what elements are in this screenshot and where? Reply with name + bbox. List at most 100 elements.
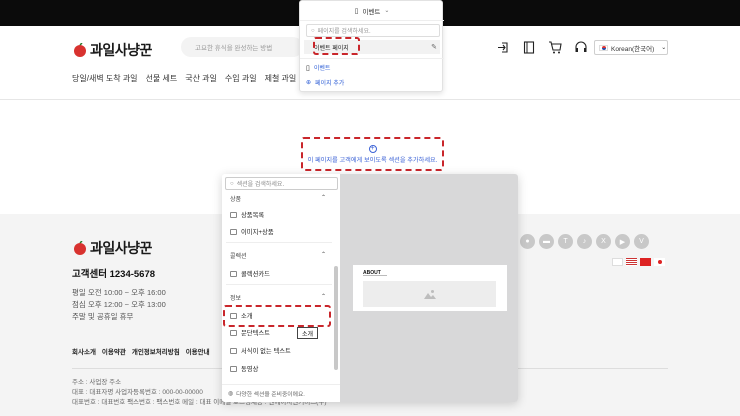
preview-subtitle-line — [363, 275, 387, 276]
social-links: ● ▬ T ♪ X ▶ V — [520, 234, 649, 249]
login-icon[interactable] — [496, 40, 510, 54]
section-item[interactable]: 콜렉션카드 — [230, 269, 270, 278]
footer-links: 회사소개 이용약관 개인정보처리방침 이용안내 — [72, 346, 210, 356]
chevron-up-icon: ⌃ — [320, 252, 326, 258]
section-icon — [230, 329, 237, 336]
panel-hint: ◍ 다양한 섹션을 준비중이에요. — [222, 384, 340, 402]
group-label: 정보 — [230, 296, 242, 302]
footer-link[interactable]: 이용안내 — [186, 346, 210, 356]
section-icon — [230, 270, 237, 277]
language-select[interactable]: Korean(한국어) ⌄ — [594, 40, 668, 55]
customer-center: 고객센터 1234-5678 — [72, 269, 156, 280]
china-flag-icon[interactable] — [640, 258, 651, 266]
usa-flag-icon[interactable] — [626, 258, 637, 266]
section-icon — [230, 347, 237, 354]
section-item-label: 상품목록 — [241, 212, 265, 219]
section-item[interactable]: 문단텍스트 — [230, 328, 270, 337]
group-header-collection[interactable]: 콜렉션 ⌃ — [230, 251, 326, 260]
section-search-placeholder: 섹션을 검색하세요. — [236, 182, 285, 188]
chat-bubble-icon: ◍ — [228, 390, 234, 397]
korea-flag-icon — [599, 44, 608, 51]
chevron-up-icon: ⌃ — [320, 195, 326, 201]
section-item-label: 동영상 — [241, 366, 259, 373]
page-dropdown-title[interactable]: ▯ 이벤트 ⌄ — [300, 1, 444, 21]
edit-icon[interactable]: ✎ — [431, 43, 437, 51]
nav-item[interactable]: 국산 과일 — [185, 73, 217, 84]
footer-link[interactable]: 개인정보처리방침 — [132, 346, 180, 356]
flag-list — [612, 258, 665, 266]
page-search-placeholder: 페이지를 검색하세요. — [317, 29, 371, 35]
x-icon[interactable]: X — [596, 234, 611, 249]
add-page-button[interactable]: ⊕ 페이지 추가 — [306, 78, 344, 87]
divider — [300, 58, 444, 59]
group-label: 콜렉션 — [230, 254, 247, 260]
hours-line: 점심 오후 12:00 ~ 오후 13:00 — [72, 300, 166, 309]
headset-icon[interactable] — [574, 40, 588, 54]
book-icon[interactable] — [522, 40, 536, 54]
group-header-products[interactable]: 상품 ⌃ — [230, 194, 326, 203]
search-icon: ○ — [311, 27, 315, 34]
page-dropdown-title-label: 이벤트 — [362, 8, 381, 16]
section-tooltip: 소개 — [297, 327, 318, 339]
nav-item[interactable]: 제철 과일 — [265, 73, 297, 84]
section-preview-card: ABOUT — [353, 265, 507, 311]
apple-logo-icon — [74, 43, 86, 57]
scrollbar[interactable] — [334, 266, 338, 370]
hours-line: 평일 오전 10:00 ~ 오후 16:00 — [72, 288, 166, 297]
divider — [226, 242, 332, 243]
section-picker-panel: ○ 섹션을 검색하세요. 상품 ⌃ 상품목록 이미지+상품 콜렉션 ⌃ 콜렉션카드 … — [222, 174, 518, 402]
section-item-label: 이미지+상품 — [241, 229, 274, 236]
footer-logo-text: 과일사냥꾼 — [90, 241, 152, 257]
site-logo[interactable]: 과일사냥꾼 — [72, 40, 152, 60]
image-placeholder-icon — [423, 290, 436, 299]
group-label: 상품 — [230, 197, 242, 203]
korea-flag-icon[interactable] — [612, 258, 623, 266]
footer-logo[interactable]: 과일사냥꾼 — [72, 238, 152, 258]
add-circle-icon: ⊕ — [306, 80, 312, 86]
section-icon — [230, 228, 237, 235]
about-section-highlight — [223, 305, 331, 327]
page-item-label: 이벤트 — [313, 66, 331, 72]
tiktok-icon[interactable]: ♪ — [577, 234, 592, 249]
section-search-input[interactable]: ○ 섹션을 검색하세요. — [225, 177, 338, 190]
group-header-info[interactable]: 정보 ⌃ — [230, 293, 326, 302]
header-icons — [496, 40, 588, 54]
page-icon: ▯ — [354, 7, 359, 15]
section-list: ○ 섹션을 검색하세요. 상품 ⌃ 상품목록 이미지+상품 콜렉션 ⌃ 콜렉션카드 … — [222, 174, 340, 402]
section-item[interactable]: 상품목록 — [230, 210, 264, 219]
nav-item[interactable]: 수입 과일 — [225, 73, 257, 84]
site-search-input[interactable]: 고요한 휴식을 완성하는 방법 — [181, 37, 303, 57]
section-item[interactable]: 서식이 없는 텍스트 — [230, 346, 291, 355]
nav-item[interactable]: 당일/새벽 도착 과일 — [72, 73, 138, 84]
vimeo-icon[interactable]: V — [634, 234, 649, 249]
section-item[interactable]: 동영상 — [230, 364, 258, 373]
footer-link[interactable]: 이용약관 — [102, 346, 126, 356]
youtube-icon[interactable]: ▶ — [615, 234, 630, 249]
language-label: Korean(한국어) — [611, 45, 655, 53]
add-page-label: 페이지 추가 — [315, 81, 345, 87]
section-item[interactable]: 이미지+상품 — [230, 227, 274, 236]
section-icon — [230, 211, 237, 218]
page-item-event[interactable]: ▯ 이벤트 — [306, 63, 331, 73]
logo-text: 과일사냥꾼 — [90, 43, 152, 59]
footer-link[interactable]: 회사소개 — [72, 346, 96, 356]
chat-icon[interactable]: ● — [520, 234, 535, 249]
panel-hint-text: 다양한 섹션을 준비중이에요. — [236, 392, 305, 398]
hours-line: 주말 및 공휴일 휴무 — [72, 312, 134, 321]
page-search-input[interactable]: ○ 페이지를 검색하세요. — [306, 24, 440, 37]
section-item-label: 서식이 없는 텍스트 — [241, 348, 291, 355]
section-preview-area: ABOUT — [340, 174, 518, 402]
japan-flag-icon[interactable] — [654, 258, 665, 266]
cart-icon[interactable] — [548, 40, 562, 54]
apple-logo-icon — [74, 241, 86, 255]
add-section-highlight — [301, 137, 444, 171]
message-icon[interactable]: ▬ — [539, 234, 554, 249]
search-icon: ○ — [230, 180, 234, 187]
divider — [226, 284, 332, 285]
section-item-label: 문단텍스트 — [241, 330, 270, 337]
business-hours: 평일 오전 10:00 ~ 오후 16:00 점심 오후 12:00 ~ 오후 … — [72, 287, 166, 323]
section-icon — [230, 365, 237, 372]
talk-icon[interactable]: T — [558, 234, 573, 249]
nav-item[interactable]: 선물 세트 — [146, 73, 178, 84]
active-page-highlight — [313, 37, 360, 55]
